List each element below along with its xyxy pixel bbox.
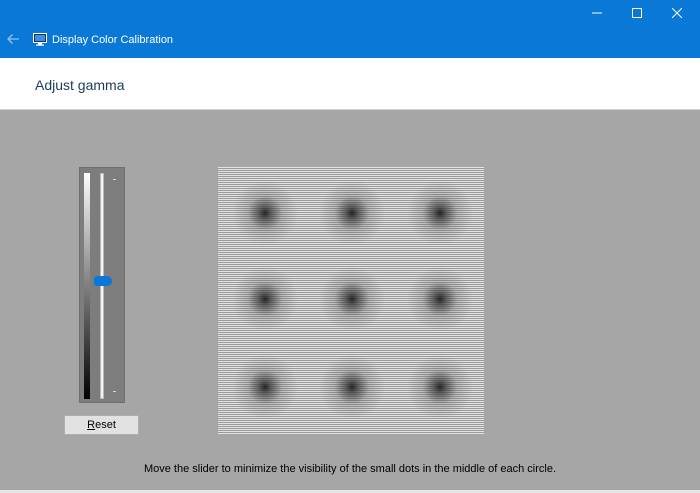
gamma-gradient-bar: [84, 173, 90, 399]
slider-tick-top: [113, 179, 116, 180]
instruction-text: Move the slider to minimize the visibili…: [143, 463, 557, 475]
pattern-dot: [314, 261, 390, 337]
pattern-dot: [227, 175, 303, 251]
calibration-content: Reset Move the slider to minimize the vi…: [0, 110, 700, 493]
monitor-icon: [33, 33, 47, 46]
pattern-dot: [314, 349, 390, 425]
page-title: Adjust gamma: [35, 77, 125, 93]
gamma-test-pattern: [218, 167, 484, 434]
title-bar: Display Color Calibration: [0, 0, 700, 58]
back-arrow-icon[interactable]: [6, 32, 20, 46]
reset-button[interactable]: Reset: [64, 415, 139, 435]
page-header: Adjust gamma: [0, 58, 700, 110]
maximize-icon: [632, 5, 642, 23]
close-icon: [671, 5, 683, 23]
pattern-dot: [402, 175, 478, 251]
pattern-dot: [402, 349, 478, 425]
pattern-dot: [227, 261, 303, 337]
minimize-icon: [592, 5, 602, 23]
gamma-slider-panel: [79, 167, 125, 403]
pattern-dot: [402, 261, 478, 337]
reset-accelerator: R: [87, 419, 96, 431]
close-button[interactable]: [654, 0, 700, 28]
pattern-dot: [314, 175, 390, 251]
gamma-slider-thumb[interactable]: [94, 276, 112, 287]
reset-label: eset: [95, 419, 116, 431]
slider-tick-bottom: [113, 391, 116, 392]
window-title: Display Color Calibration: [52, 34, 174, 46]
pattern-dot: [227, 349, 303, 425]
